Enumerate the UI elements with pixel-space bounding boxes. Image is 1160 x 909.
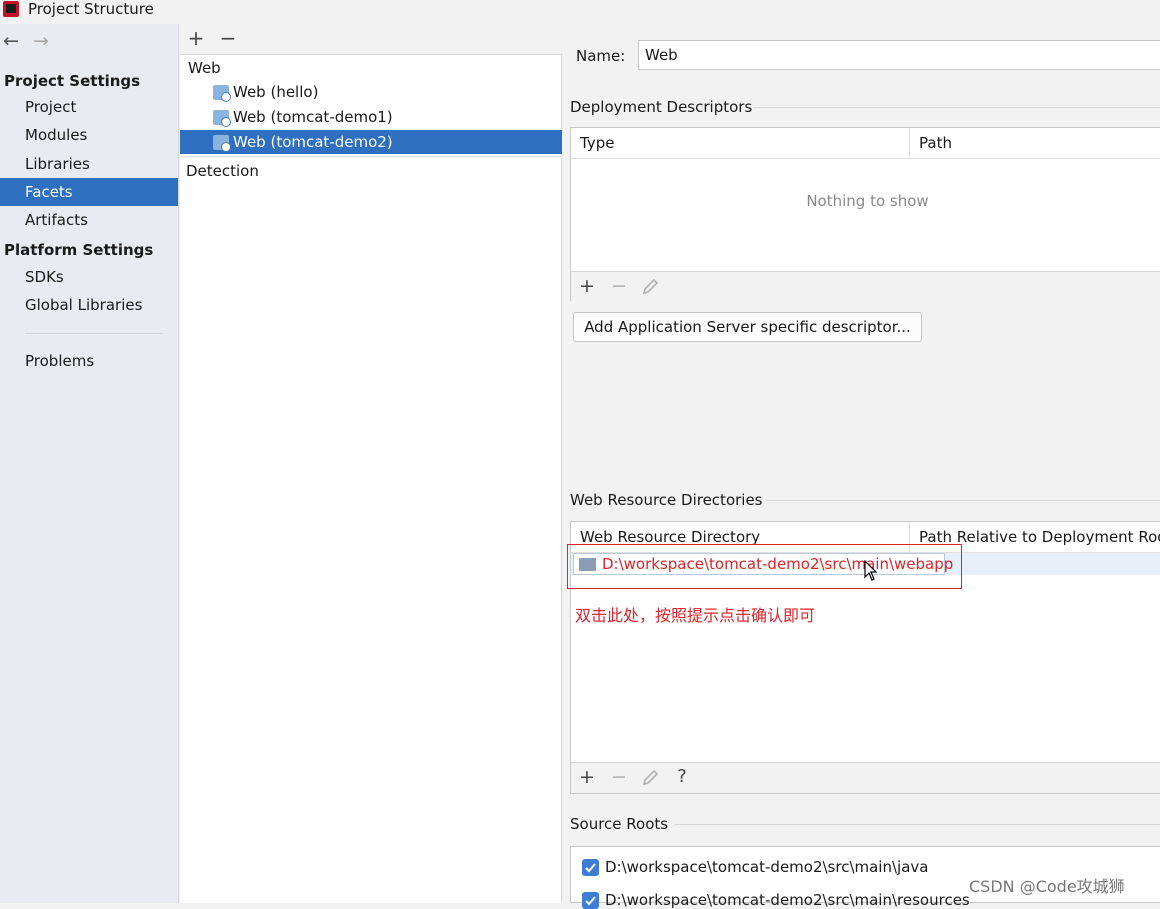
forward-arrow-icon[interactable]: → <box>30 30 52 52</box>
settings-sidebar: ← → Project Settings Project Modules Lib… <box>0 24 179 903</box>
sidebar-item-global-libraries[interactable]: Global Libraries <box>0 291 178 319</box>
source-root-path: D:\workspace\tomcat-demo2\src\main\java <box>605 858 929 876</box>
facet-item-label: Web (hello) <box>233 83 319 101</box>
web-facet-icon <box>213 135 231 152</box>
sidebar-item-facets[interactable]: Facets <box>0 178 178 206</box>
source-root-path: D:\workspace\tomcat-demo2\src\main\resou… <box>605 891 970 909</box>
platform-settings-header: Platform Settings <box>4 241 154 259</box>
detection-item[interactable]: Detection <box>186 162 259 180</box>
window-title: Project Structure <box>28 0 154 18</box>
source-roots-title: Source Roots <box>570 815 669 833</box>
add-descriptor-button[interactable]: + <box>577 275 597 297</box>
web-resource-directories-title: Web Resource Directories <box>570 491 763 509</box>
column-header-path[interactable]: Path <box>910 128 1160 159</box>
mouse-cursor-icon <box>864 560 878 581</box>
highlight-annotation-box <box>567 544 962 589</box>
facet-detail-panel: Name: Deployment Descriptors Type Path N… <box>563 24 1160 909</box>
sidebar-item-modules[interactable]: Modules <box>0 121 178 149</box>
web-facet-icon <box>213 110 231 127</box>
facet-group-web[interactable]: Web <box>188 59 221 77</box>
annotation-text: 双击此处，按照提示点击确认即可 <box>575 606 816 625</box>
sidebar-item-libraries[interactable]: Libraries <box>0 150 178 178</box>
facets-tree-panel: + − Web Web (hello) Web (tomcat-demo1) W… <box>180 24 562 903</box>
column-header-type[interactable]: Type <box>571 128 909 159</box>
deployment-descriptors-table[interactable]: Type Path Nothing to show + − <box>570 127 1160 302</box>
empty-table-text: Nothing to show <box>806 192 929 210</box>
section-divider <box>675 824 1160 825</box>
checkmark-icon <box>585 896 596 906</box>
web-resources-toolbar: + − ? <box>571 762 1160 793</box>
back-arrow-icon[interactable]: ← <box>0 30 22 52</box>
add-web-resource-button[interactable]: + <box>577 766 597 788</box>
detection-divider <box>180 156 562 157</box>
project-settings-header: Project Settings <box>4 72 141 90</box>
source-root-checkbox-checked[interactable] <box>582 892 599 909</box>
sidebar-divider <box>25 333 163 334</box>
sidebar-item-artifacts[interactable]: Artifacts <box>0 206 178 234</box>
watermark: CSDN @Code攻城狮 <box>969 877 1125 896</box>
web-facet-icon <box>213 85 231 102</box>
facet-name-field[interactable] <box>638 40 1160 70</box>
edit-pencil-icon[interactable] <box>641 769 661 787</box>
sidebar-item-project[interactable]: Project <box>0 93 178 121</box>
deployment-descriptors-title: Deployment Descriptors <box>570 98 753 116</box>
facets-toolbar: + − <box>180 24 562 55</box>
facet-item-web-hello[interactable]: Web (hello) <box>180 80 562 104</box>
remove-facet-button[interactable]: − <box>218 26 238 50</box>
title-bar: Project Structure <box>0 0 1160 22</box>
remove-web-resource-button[interactable]: − <box>609 766 629 788</box>
descriptors-toolbar: + − <box>571 271 1160 302</box>
facet-item-web-tomcat-demo2[interactable]: Web (tomcat-demo2) <box>180 130 562 154</box>
edit-pencil-icon[interactable] <box>641 278 661 296</box>
section-divider <box>753 107 1160 108</box>
add-facet-button[interactable]: + <box>186 26 206 50</box>
add-server-descriptor-button[interactable]: Add Application Server specific descript… <box>573 312 922 342</box>
facet-item-web-tomcat-demo1[interactable]: Web (tomcat-demo1) <box>180 105 562 129</box>
facet-item-label: Web (tomcat-demo1) <box>233 108 393 126</box>
name-label: Name: <box>576 47 626 65</box>
section-divider <box>766 500 1160 501</box>
remove-descriptor-button[interactable]: − <box>609 275 629 297</box>
source-root-checkbox-checked[interactable] <box>582 859 599 876</box>
intellij-logo-icon <box>3 1 19 17</box>
sidebar-item-problems[interactable]: Problems <box>0 347 178 375</box>
help-button[interactable]: ? <box>672 766 692 787</box>
facet-item-label: Web (tomcat-demo2) <box>233 133 393 151</box>
checkmark-icon <box>585 863 596 873</box>
sidebar-item-sdks[interactable]: SDKs <box>0 263 178 291</box>
